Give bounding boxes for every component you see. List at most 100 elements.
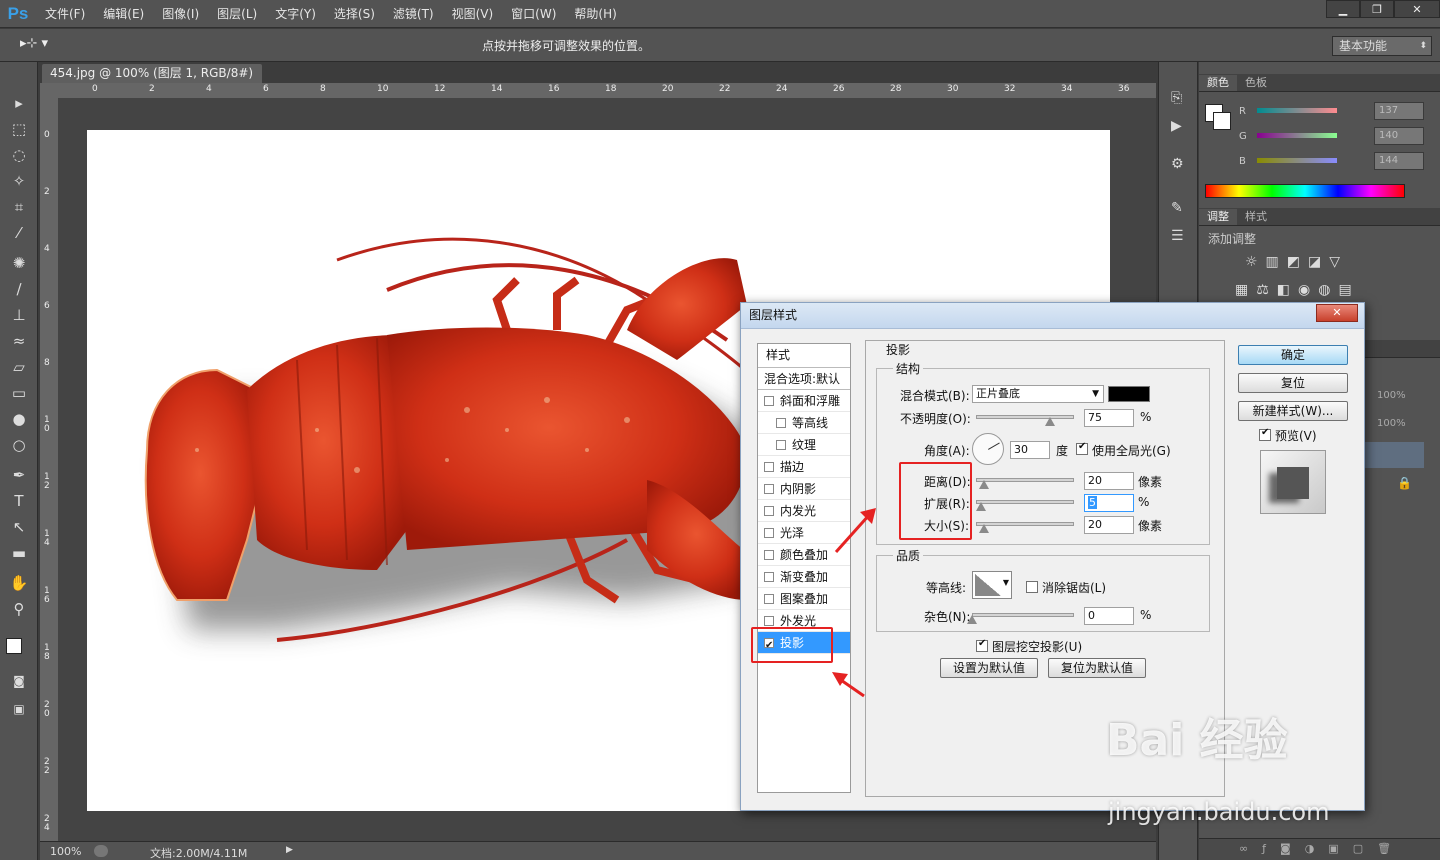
opacity-input[interactable]: 75 — [1084, 409, 1134, 427]
spread-slider-thumb[interactable] — [975, 502, 986, 511]
pen-tool-icon[interactable]: ✒ — [8, 464, 30, 486]
brush-tool-icon[interactable]: ∕ — [8, 278, 30, 300]
noise-slider-thumb[interactable] — [967, 615, 977, 624]
panel-background-swatch[interactable] — [1213, 112, 1231, 130]
menu-item-9[interactable]: 帮助(H) — [565, 0, 625, 28]
reset-default-button[interactable]: 复位为默认值 — [1048, 658, 1146, 678]
marquee-tool-icon[interactable]: ⬚ — [8, 118, 30, 140]
workspace-select[interactable]: 基本功能 ⬍ — [1332, 36, 1432, 56]
zoom-level[interactable]: 100% — [50, 845, 81, 858]
properties-panel-icon[interactable]: ⚙ — [1171, 156, 1184, 172]
angle-dial[interactable] — [972, 433, 1004, 465]
preview-checkbox[interactable] — [1259, 427, 1271, 441]
style-item-checkbox[interactable] — [764, 462, 774, 472]
noise-input[interactable]: 0 — [1084, 607, 1134, 625]
make-default-button[interactable]: 设置为默认值 — [940, 658, 1038, 678]
rgb-slider-g[interactable]: G 140 — [1239, 127, 1439, 151]
contour-picker[interactable]: ▼ — [972, 571, 1012, 599]
screen-mode-icon[interactable]: ▣ — [8, 698, 30, 720]
zoom-tool-icon[interactable]: ⚲ — [8, 598, 30, 620]
dialog-close-button[interactable]: ✕ — [1316, 304, 1358, 322]
rgb-channel-track[interactable] — [1257, 108, 1337, 113]
style-item-checkbox[interactable] — [764, 572, 774, 582]
knockout-checkbox[interactable] — [976, 638, 988, 652]
menu-item-6[interactable]: 滤镜(T) — [384, 0, 443, 28]
layer-opacity[interactable]: 100% — [1377, 390, 1406, 401]
rgb-slider-b[interactable]: B 144 — [1239, 152, 1439, 176]
rgb-channel-track[interactable] — [1257, 133, 1337, 138]
reset-button[interactable]: 复位 — [1238, 373, 1348, 393]
tab-color[interactable]: 颜色 — [1199, 75, 1237, 91]
close-window-button[interactable]: ✕ — [1394, 0, 1440, 18]
minimize-button[interactable]: ▁ — [1326, 0, 1360, 18]
size-slider-thumb[interactable] — [978, 524, 989, 533]
crop-tool-icon[interactable]: ⌗ — [8, 196, 30, 218]
styles-header[interactable]: 样式 — [758, 344, 850, 368]
style-item-checkbox[interactable] — [764, 550, 774, 560]
opacity-slider-thumb[interactable] — [1044, 417, 1055, 426]
history-brush-icon[interactable]: ≈ — [8, 330, 30, 352]
blur-tool-icon[interactable]: ● — [8, 408, 30, 430]
style-item-checkbox[interactable] — [764, 616, 774, 626]
size-input[interactable]: 20 — [1084, 516, 1134, 534]
menu-item-7[interactable]: 视图(V) — [443, 0, 503, 28]
dodge-tool-icon[interactable]: ○ — [8, 434, 30, 456]
foreground-color-swatch[interactable] — [6, 638, 22, 654]
move-tool-icon[interactable]: ▸ — [8, 92, 30, 114]
color-spectrum[interactable] — [1205, 184, 1405, 198]
rgb-slider-r[interactable]: R 137 — [1239, 102, 1439, 126]
ok-button[interactable]: 确定 — [1238, 345, 1348, 365]
style-item-checkbox[interactable] — [764, 528, 774, 538]
style-item-4[interactable]: 内阴影 — [758, 478, 850, 500]
brush-presets-icon[interactable]: ☰ — [1171, 228, 1184, 244]
style-item-0[interactable]: 斜面和浮雕 — [758, 390, 850, 412]
blend-options-item[interactable]: 混合选项:默认 — [758, 368, 850, 390]
adjustment-icons-row2[interactable]: ▦⚖◧◉◍▤ — [1235, 282, 1360, 298]
new-style-button[interactable]: 新建样式(W)... — [1238, 401, 1348, 421]
rgb-channel-value[interactable]: 137 — [1374, 102, 1424, 120]
style-item-checkbox[interactable] — [764, 484, 774, 494]
lasso-tool-icon[interactable]: ◌ — [8, 144, 30, 166]
antialias-checkbox[interactable] — [1026, 581, 1038, 593]
shadow-color-swatch[interactable] — [1108, 386, 1150, 402]
magic-wand-icon[interactable]: ✧ — [8, 170, 30, 192]
status-arrow-icon[interactable]: ▶ — [286, 845, 293, 855]
document-tab[interactable]: 454.jpg @ 100% (图层 1, RGB/8#) * × — [42, 64, 262, 99]
style-item-checkbox[interactable] — [764, 594, 774, 604]
tab-adjustments[interactable]: 调整 — [1199, 209, 1237, 225]
quick-mask-icon[interactable]: ◙ — [8, 670, 30, 692]
move-tool-preset-icon[interactable]: ▸⊹ ▾ — [20, 36, 48, 51]
menu-item-8[interactable]: 窗口(W) — [502, 0, 565, 28]
size-slider[interactable] — [976, 522, 1074, 526]
rgb-channel-value[interactable]: 140 — [1374, 127, 1424, 145]
tab-styles[interactable]: 样式 — [1237, 209, 1275, 225]
distance-slider[interactable] — [976, 478, 1074, 482]
style-item-checkbox[interactable] — [776, 418, 786, 428]
tab-swatches[interactable]: 色板 — [1237, 75, 1275, 91]
path-select-icon[interactable]: ↖ — [8, 516, 30, 538]
menu-item-0[interactable]: 文件(F) — [36, 0, 94, 28]
menu-item-3[interactable]: 图层(L) — [208, 0, 266, 28]
brush-panel-icon[interactable]: ✎ — [1171, 200, 1183, 216]
style-item-checkbox[interactable] — [764, 396, 774, 406]
layer-fill[interactable]: 100% — [1377, 418, 1406, 429]
style-item-checkbox[interactable] — [764, 506, 774, 516]
angle-input[interactable]: 30 — [1010, 441, 1050, 459]
maximize-button[interactable]: ❐ — [1360, 0, 1394, 18]
type-tool-icon[interactable]: T — [8, 490, 30, 512]
stamp-tool-icon[interactable]: ⊥ — [8, 304, 30, 326]
rgb-channel-value[interactable]: 144 — [1374, 152, 1424, 170]
blend-mode-select[interactable]: 正片叠底 ▼ — [972, 385, 1104, 403]
menu-item-5[interactable]: 选择(S) — [325, 0, 384, 28]
spread-input[interactable]: 5 — [1084, 494, 1134, 512]
style-item-2[interactable]: 纹理 — [758, 434, 850, 456]
eraser-tool-icon[interactable]: ▱ — [8, 356, 30, 378]
status-menu-icon[interactable] — [94, 845, 108, 857]
noise-slider[interactable] — [972, 613, 1074, 617]
adjustment-icons-row1[interactable]: ☼▥◩◪▽ — [1245, 254, 1348, 270]
rgb-channel-track[interactable] — [1257, 158, 1337, 163]
hand-tool-icon[interactable]: ✋ — [8, 572, 30, 594]
ruler-origin[interactable] — [40, 83, 58, 99]
style-item-1[interactable]: 等高线 — [758, 412, 850, 434]
menu-item-2[interactable]: 图像(I) — [153, 0, 208, 28]
